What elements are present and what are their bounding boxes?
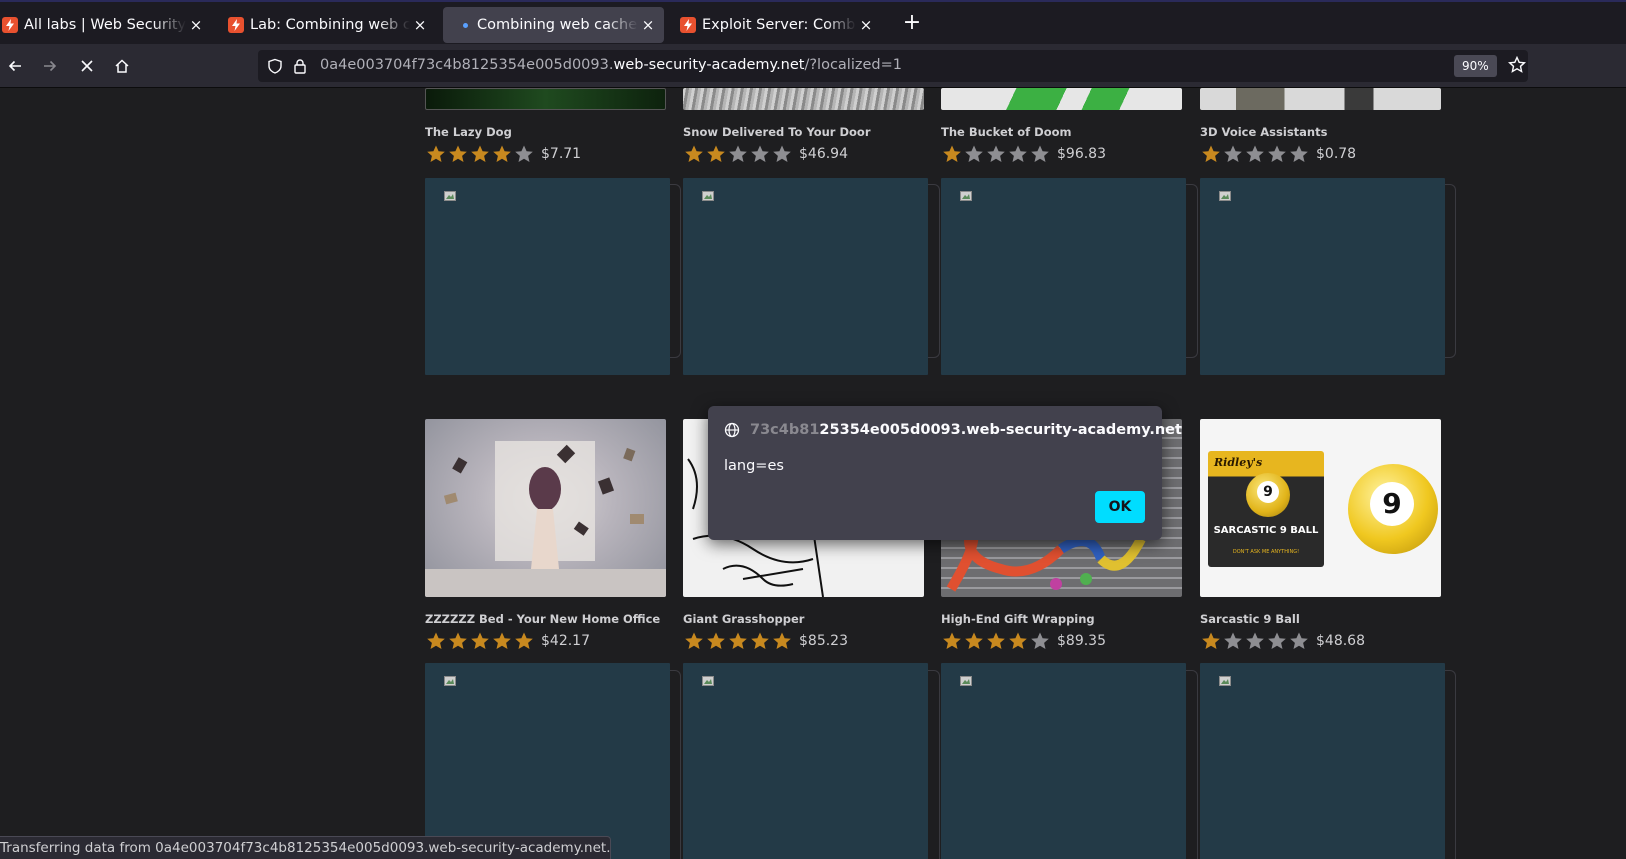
tab-title: All labs | Web Security Academy <box>24 17 186 33</box>
address-bar[interactable]: 0a4e003704f73c4b8125354e005d0093.web-sec… <box>258 50 1528 82</box>
tab-bar: All labs | Web Security Academy × Lab: C… <box>0 0 1626 44</box>
tab-exploit-server[interactable]: Exploit Server: Combining web cache × <box>672 7 882 43</box>
url-path: /?localized=1 <box>804 57 902 73</box>
url-prefix: 0a4e003704f73c4b8125354e005d0093. <box>320 57 614 73</box>
dialog-origin-host: 25354e005d0093.web-security-academy.net <box>819 422 1182 438</box>
zoom-level-badge[interactable]: 90% <box>1454 55 1497 77</box>
tab-all-labs[interactable]: All labs | Web Security Academy × <box>0 7 212 43</box>
close-tab-icon[interactable]: × <box>638 16 658 34</box>
stop-loading-button[interactable] <box>73 52 101 80</box>
arrow-left-icon <box>8 60 21 72</box>
dialog-origin-faded: 73c4b81 <box>750 422 820 438</box>
dialog-message: lang=es <box>724 458 784 474</box>
close-tab-icon[interactable]: × <box>856 16 876 34</box>
ok-button[interactable]: OK <box>1095 491 1145 523</box>
status-bar: Transferring data from 0a4e003704f73c4b8… <box>0 836 611 859</box>
close-tab-icon[interactable]: × <box>410 16 430 34</box>
close-tab-icon[interactable]: × <box>186 16 206 34</box>
bookmark-star-icon[interactable] <box>1508 56 1526 74</box>
tab-title: Combining web cache poisoning <box>477 17 638 33</box>
shield-icon[interactable] <box>267 58 283 74</box>
tab-lab[interactable]: Lab: Combining web cache poisoning × <box>220 7 436 43</box>
url-domain: web-security-academy.net <box>613 57 805 73</box>
close-icon <box>81 60 93 72</box>
arrow-right-icon <box>44 60 57 72</box>
globe-icon <box>724 422 740 438</box>
tab-title: Exploit Server: Combining web cache <box>702 17 856 33</box>
back-button[interactable] <box>1 52 29 80</box>
home-button[interactable] <box>108 52 136 80</box>
loading-indicator-icon <box>457 17 473 33</box>
portswigger-favicon-icon <box>680 17 696 33</box>
new-tab-button[interactable]: + <box>900 12 924 36</box>
url-text[interactable]: 0a4e003704f73c4b8125354e005d0093.web-sec… <box>320 57 902 73</box>
portswigger-favicon-icon <box>228 17 244 33</box>
home-icon <box>115 59 129 73</box>
dialog-origin: 73c4b8125354e005d0093.web-security-acade… <box>750 422 1182 438</box>
navigation-toolbar: 0a4e003704f73c4b8125354e005d0093.web-sec… <box>0 44 1626 88</box>
forward-button[interactable] <box>36 52 64 80</box>
tab-combining-active[interactable]: Combining web cache poisoning × <box>443 7 664 43</box>
alert-dialog: 73c4b8125354e005d0093.web-security-acade… <box>708 406 1182 540</box>
lock-icon[interactable] <box>293 58 307 74</box>
tab-title: Lab: Combining web cache poisoning <box>250 17 410 33</box>
portswigger-favicon-icon <box>2 17 18 33</box>
